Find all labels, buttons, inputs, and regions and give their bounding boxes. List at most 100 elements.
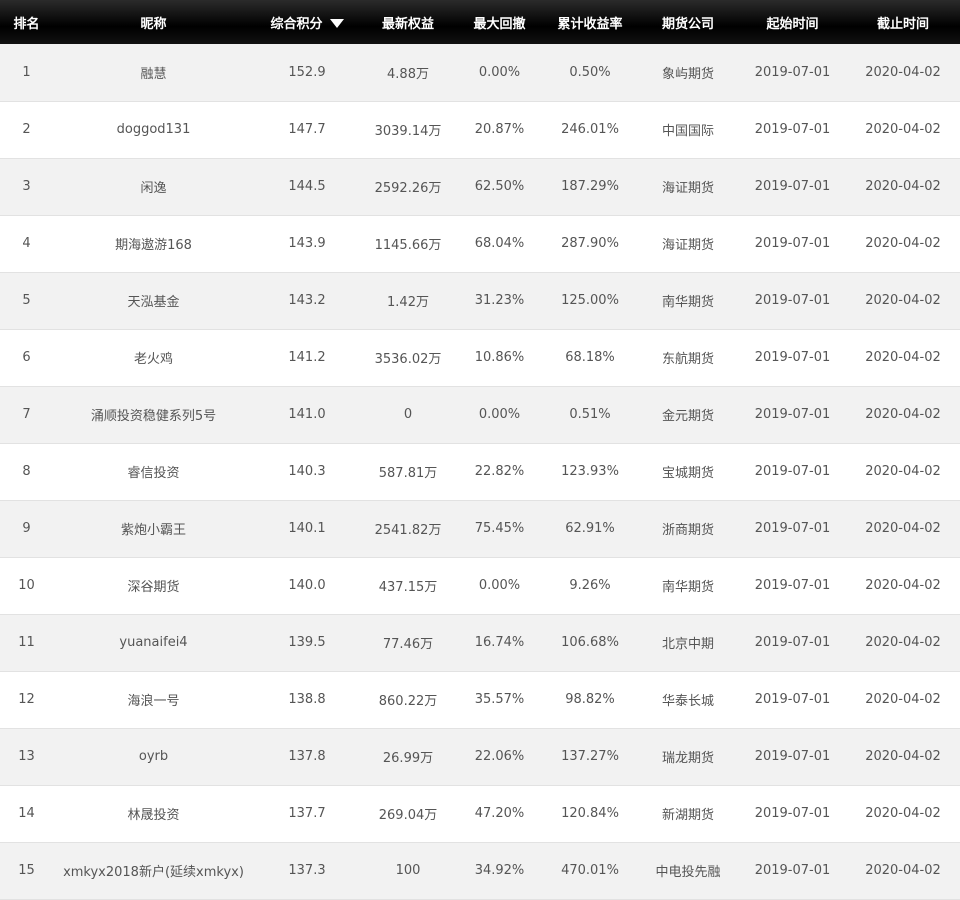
header-row: 排名 昵称 综合积分 最新权益 最大回撤 累计收益率 期货公司 起始时间 截止时…	[0, 0, 960, 44]
return-rate-cell: 98.82%	[565, 692, 615, 707]
broker-cell: 瑞龙期货	[661, 751, 714, 766]
return-rate-cell: 0.50%	[569, 64, 611, 80]
drawdown-cell: 10.86%	[474, 350, 525, 365]
equity-cell: 77.46万	[382, 637, 434, 652]
nickname-cell[interactable]: 天泓基金	[53, 272, 254, 329]
start-time-cell: 2019-07-01	[754, 806, 831, 821]
nickname-cell[interactable]: 闲逸	[53, 158, 254, 215]
score-cell: 152.9	[288, 64, 326, 80]
broker-cell: 中国国际	[661, 124, 714, 139]
nickname-cell[interactable]: 睿信投资	[53, 443, 254, 500]
nickname-cell[interactable]: yuanaifei4	[53, 614, 254, 671]
broker-cell: 中电投先融	[655, 865, 721, 880]
header-return-rate[interactable]: 累计收益率	[543, 0, 637, 44]
table-row[interactable]: 2 doggod131 147.7 3039.14万 20.87% 246.01% 中国国际…	[0, 101, 960, 158]
header-nickname[interactable]: 昵称	[53, 0, 254, 44]
equity-cell: 4.88万	[387, 66, 429, 82]
drawdown-cell: 34.92%	[474, 863, 525, 878]
table-row[interactable]: 15 xmkyx2018新户(延续xmkyx) 137.3 100 34.92% 470.…	[0, 842, 960, 899]
nickname-cell[interactable]: 深谷期货	[53, 557, 254, 614]
end-time-cell: 2020-04-02	[865, 464, 941, 479]
table-row[interactable]: 9 紫炮小霸王 140.1 2541.82万 75.45% 62.91% 浙商期货 2019-…	[0, 500, 960, 557]
end-time-cell: 2020-04-02	[865, 521, 941, 536]
drawdown-cell: 68.04%	[474, 236, 525, 251]
broker-cell: 南华期货	[661, 580, 714, 595]
start-time-cell: 2019-07-01	[754, 293, 831, 308]
return-rate-cell: 246.01%	[561, 122, 619, 137]
header-rank[interactable]: 排名	[0, 0, 53, 44]
nickname-cell[interactable]: 融慧	[53, 44, 254, 101]
nickname-cell[interactable]: xmkyx2018新户(延续xmkyx)	[53, 842, 254, 899]
table-row[interactable]: 4 期海遨游168 143.9 1145.66万 68.04% 287.90% 海证期货 20…	[0, 215, 960, 272]
table-row[interactable]: 6 老火鸡 141.2 3536.02万 10.86% 68.18% 东航期货 2019-07…	[0, 329, 960, 386]
drawdown-cell: 62.50%	[474, 179, 525, 194]
equity-cell: 860.22万	[378, 694, 438, 709]
end-time-cell: 2020-04-02	[865, 350, 941, 365]
start-time-cell: 2019-07-01	[754, 64, 831, 80]
score-cell: 143.2	[288, 293, 326, 308]
start-time-cell: 2019-07-01	[754, 236, 831, 251]
score-cell: 140.1	[288, 521, 326, 536]
nickname-cell[interactable]: doggod131	[53, 101, 254, 158]
end-time-cell: 2020-04-02	[865, 293, 941, 308]
header-score[interactable]: 综合积分	[254, 0, 360, 44]
start-time-cell: 2019-07-01	[754, 407, 831, 422]
rank-cell: 11	[18, 635, 35, 650]
end-time-cell: 2020-04-02	[865, 122, 941, 137]
sort-desc-icon[interactable]	[329, 18, 344, 28]
return-rate-cell: 106.68%	[561, 635, 619, 650]
table-row[interactable]: 12 海浪一号 138.8 860.22万 35.57% 98.82% 华泰长城 2019-0…	[0, 671, 960, 728]
equity-cell: 1145.66万	[374, 238, 442, 253]
table-row[interactable]: 11 yuanaifei4 139.5 77.46万 16.74% 106.68% 北京中期…	[0, 614, 960, 671]
nickname-cell[interactable]: 老火鸡	[53, 329, 254, 386]
table-row[interactable]: 10 深谷期货 140.0 437.15万 0.00% 9.26% 南华期货 2019-07-…	[0, 557, 960, 614]
drawdown-cell: 0.00%	[478, 64, 521, 80]
broker-cell: 象屿期货	[661, 66, 714, 82]
return-rate-cell: 62.91%	[565, 521, 615, 536]
broker-cell: 金元期货	[661, 409, 714, 424]
table-row[interactable]: 5 天泓基金 143.2 1.42万 31.23% 125.00% 南华期货 2019-07-…	[0, 272, 960, 329]
table-body: 1 融慧 152.9 4.88万 0.00% 0.50% 象屿期货 2019-07-01 202…	[0, 44, 960, 899]
nickname-cell[interactable]: 紫炮小霸王	[53, 500, 254, 557]
score-cell: 141.2	[288, 350, 326, 365]
end-time-cell: 2020-04-02	[865, 806, 941, 821]
score-cell: 147.7	[288, 122, 326, 137]
nickname-cell[interactable]: 林晟投资	[53, 785, 254, 842]
nickname-cell[interactable]: 期海遨游168	[53, 215, 254, 272]
table-row[interactable]: 13 oyrb 137.8 26.99万 22.06% 137.27% 瑞龙期货 2019-0…	[0, 728, 960, 785]
start-time-cell: 2019-07-01	[754, 749, 831, 764]
end-time-cell: 2020-04-02	[865, 635, 941, 650]
ranking-table: 排名 昵称 综合积分 最新权益 最大回撤 累计收益率 期货公司 起始时间 截止时…	[0, 0, 960, 900]
end-time-cell: 2020-04-02	[865, 64, 941, 80]
rank-cell: 2	[22, 122, 31, 137]
start-time-cell: 2019-07-01	[754, 635, 831, 650]
equity-cell: 587.81万	[378, 466, 438, 481]
equity-cell: 100	[395, 863, 421, 878]
nickname-cell[interactable]: 海浪一号	[53, 671, 254, 728]
header-broker[interactable]: 期货公司	[637, 0, 739, 44]
header-equity[interactable]: 最新权益	[360, 0, 456, 44]
rank-cell: 14	[18, 806, 35, 821]
rank-cell: 13	[18, 749, 35, 764]
return-rate-cell: 68.18%	[565, 350, 615, 365]
score-cell: 141.0	[288, 407, 326, 422]
nickname-cell[interactable]: oyrb	[53, 728, 254, 785]
table-row[interactable]: 3 闲逸 144.5 2592.26万 62.50% 187.29% 海证期货 2019-07…	[0, 158, 960, 215]
equity-cell: 3039.14万	[374, 124, 442, 139]
nickname-cell[interactable]: 涌顺投资稳健系列5号	[53, 386, 254, 443]
start-time-cell: 2019-07-01	[754, 122, 831, 137]
broker-cell: 浙商期货	[661, 523, 714, 538]
header-drawdown[interactable]: 最大回撤	[456, 0, 543, 44]
header-start-time[interactable]: 起始时间	[739, 0, 846, 44]
rank-cell: 3	[22, 179, 31, 194]
return-rate-cell: 187.29%	[561, 179, 619, 194]
table-row[interactable]: 7 涌顺投资稳健系列5号 141.0 0 0.00% 0.51% 金元期货 2019-07-0…	[0, 386, 960, 443]
table-row[interactable]: 8 睿信投资 140.3 587.81万 22.82% 123.93% 宝城期货 2019-0…	[0, 443, 960, 500]
score-cell: 144.5	[288, 179, 326, 194]
end-time-cell: 2020-04-02	[865, 749, 941, 764]
table-row[interactable]: 14 林晟投资 137.7 269.04万 47.20% 120.84% 新湖期货 2019-…	[0, 785, 960, 842]
header-end-time[interactable]: 截止时间	[846, 0, 960, 44]
equity-cell: 1.42万	[387, 295, 429, 310]
table-row[interactable]: 1 融慧 152.9 4.88万 0.00% 0.50% 象屿期货 2019-07-01 202…	[0, 44, 960, 101]
end-time-cell: 2020-04-02	[865, 578, 941, 593]
